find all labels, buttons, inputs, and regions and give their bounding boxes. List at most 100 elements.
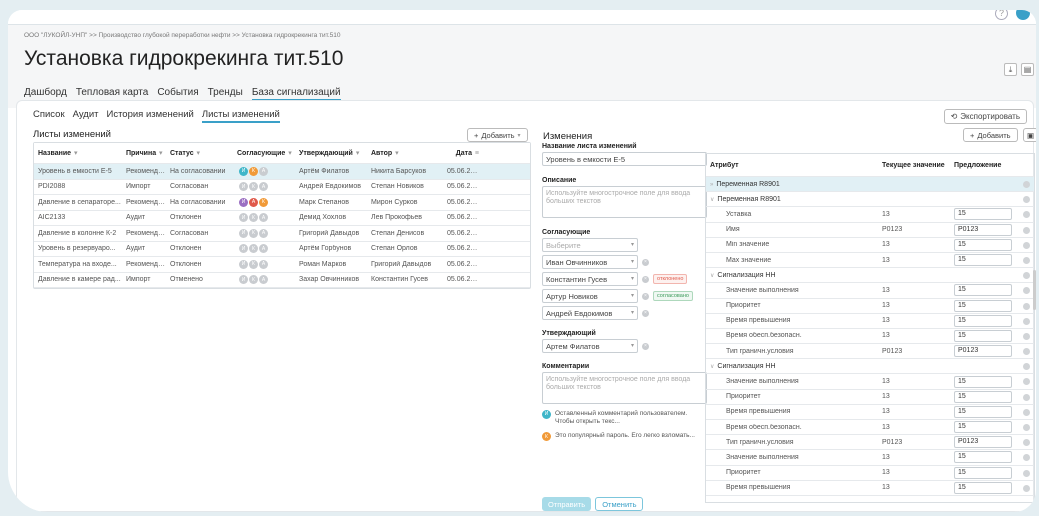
main-tab[interactable]: Тепловая карта (76, 87, 149, 101)
column-header[interactable]: Согласующие ▾ (233, 149, 295, 157)
remove-icon[interactable] (1023, 439, 1030, 447)
attr-proposal-input[interactable]: 15 (954, 451, 1012, 464)
attr-proposal-input[interactable]: P0123 (954, 223, 1012, 236)
main-tab[interactable]: База сигнализаций (251, 87, 341, 101)
user-avatar[interactable] (1016, 10, 1030, 20)
remove-icon[interactable] (1023, 226, 1030, 234)
remove-icon[interactable] (1023, 272, 1030, 280)
remove-icon[interactable] (1023, 408, 1030, 416)
remove-icon[interactable]: × (642, 342, 649, 350)
attr-row[interactable]: Уставка 13 15 (706, 207, 1034, 223)
print-button[interactable]: ▤ (1021, 63, 1034, 76)
remove-icon[interactable]: × (642, 292, 649, 300)
chevron-down-icon[interactable]: ∨ (710, 364, 714, 370)
remove-icon[interactable] (1023, 287, 1030, 295)
breadcrumb[interactable]: ООО "ЛУКОЙЛ-УНП" >> Производство глубоко… (24, 32, 341, 39)
download-button[interactable]: ⤓ (1004, 63, 1017, 76)
remove-icon[interactable] (1023, 363, 1030, 371)
attr-proposal-input[interactable]: 15 (954, 208, 1012, 221)
attr-proposal-input[interactable]: P0123 (954, 345, 1012, 358)
remove-icon[interactable] (1023, 469, 1030, 477)
column-header[interactable]: Утверждающий ▾ (295, 149, 367, 157)
attr-proposal-input[interactable]: 15 (954, 238, 1012, 251)
remove-icon[interactable] (1023, 393, 1030, 401)
attr-row[interactable]: Время обесп.безопасн. 13 15 (706, 420, 1034, 436)
remove-icon[interactable] (1023, 378, 1030, 386)
attr-proposal-input[interactable]: 15 (954, 405, 1012, 418)
agreer-select[interactable]: Артур Новиков ▾ (542, 289, 638, 303)
chevron-down-icon[interactable]: ▾ (353, 150, 360, 157)
export-button[interactable]: ⟲ Экспортировать (943, 109, 1027, 124)
agreer-select[interactable]: Андрей Евдокимов ▾ (542, 306, 638, 320)
table-row[interactable]: Давление в колонне К-2 Рекомендации Соглас… (34, 226, 530, 242)
attr-proposal-input[interactable]: 15 (954, 466, 1012, 479)
attr-proposal-input[interactable]: 15 (954, 254, 1012, 267)
column-header[interactable]: Причина ▾ (122, 149, 166, 157)
remove-icon[interactable] (1023, 424, 1030, 431)
attr-row[interactable]: Приоритет 13 15 (706, 466, 1034, 481)
chevron-down-icon[interactable]: ▾ (392, 150, 399, 157)
chevron-right-icon[interactable]: » (710, 182, 713, 188)
attr-group-row[interactable]: ∨ Сигнализация НН (706, 268, 1034, 284)
remove-icon[interactable] (1023, 454, 1030, 462)
remove-icon[interactable] (1023, 196, 1030, 204)
attr-row[interactable]: Значение выполнения 13 15 (706, 450, 1034, 466)
remove-icon[interactable] (1023, 484, 1030, 492)
agree-select[interactable]: Выберите ▾ (542, 238, 638, 252)
attr-row[interactable]: Тип граничн.условия P0123 P0123 (706, 435, 1034, 451)
save-button[interactable]: ▣ (1023, 128, 1036, 142)
remove-icon[interactable]: × (642, 258, 649, 266)
chevron-down-icon[interactable]: ▾ (285, 150, 292, 157)
table-row[interactable]: Давление в сепараторе... Рекомендации На с… (34, 195, 530, 211)
remove-icon[interactable] (1023, 181, 1030, 188)
remove-icon[interactable] (1023, 302, 1030, 310)
attr-row[interactable]: Время обесп.безопасн. 13 15 (706, 329, 1034, 345)
remove-icon[interactable]: × (642, 309, 649, 317)
sub-tab[interactable]: Список (33, 109, 65, 123)
table-row[interactable]: AIC2133 Аудит Отклонен И К А Демид Хохлов Лев П… (34, 211, 530, 226)
attr-row[interactable]: Min значение 13 15 (706, 238, 1034, 253)
chevron-down-icon[interactable]: ▾ (194, 150, 201, 157)
filter-icon[interactable]: ≡ (472, 150, 479, 157)
column-header[interactable]: Название ▾ (34, 149, 122, 157)
table-row[interactable]: PDI2088 Импорт Согласован И К А Андрей Евдоким… (34, 180, 530, 195)
main-tab[interactable]: Тренды (208, 87, 243, 101)
cancel-button[interactable]: Отменить (595, 497, 644, 511)
attr-row[interactable]: Время превышения 13 15 (706, 405, 1034, 420)
sub-tab[interactable]: Листы изменений (201, 109, 280, 123)
comments-textarea[interactable]: Используйте многострочное поле для ввода… (542, 372, 707, 404)
remove-icon[interactable]: × (642, 275, 649, 283)
agreer-select[interactable]: Иван Овчинников ▾ (542, 255, 638, 269)
attr-row[interactable]: Время превышения 13 15 (706, 481, 1034, 496)
add-list-button[interactable]: + Добавить ▾ (467, 128, 528, 142)
attr-row[interactable]: Приоритет 13 15 (706, 390, 1034, 405)
table-row[interactable]: Давление в камере рад... Импорт Отменено И К… (34, 273, 530, 288)
help-icon[interactable]: ? (995, 10, 1008, 20)
attr-row[interactable]: Время превышения 13 15 (706, 314, 1034, 329)
attr-group-row[interactable]: ∨ Переменная R8901 (706, 192, 1034, 208)
attr-row[interactable]: Приоритет 13 15 (706, 299, 1034, 314)
attr-proposal-input[interactable]: 15 (954, 299, 1012, 312)
desc-textarea[interactable]: Используйте многострочное поле для ввода… (542, 186, 707, 218)
comment-item[interactable]: И Оставленный комментарий пользователем. … (542, 410, 707, 426)
main-tab[interactable]: События (157, 87, 198, 101)
attr-row[interactable]: Значение выполнения 13 15 (706, 374, 1034, 390)
attr-row[interactable]: Тип граничн.условия P0123 P0123 (706, 344, 1034, 360)
column-header[interactable]: Автор ▾ (367, 149, 443, 157)
add-change-button[interactable]: + Добавить (963, 128, 1018, 142)
attr-row[interactable]: Имя P0123 P0123 (706, 223, 1034, 238)
attr-proposal-input[interactable]: 15 (954, 284, 1012, 297)
send-button[interactable]: Отправить (542, 497, 592, 511)
chevron-down-icon[interactable]: ∨ (710, 273, 714, 279)
attr-proposal-input[interactable]: 15 (954, 481, 1012, 494)
sub-tab[interactable]: Аудит (73, 109, 99, 123)
attr-row[interactable]: Значение выполнения 13 15 (706, 283, 1034, 299)
agreer-select[interactable]: Константин Гусев ▾ (542, 272, 638, 286)
name-input[interactable]: Уровень в емкости Е-5 (542, 152, 707, 166)
attr-proposal-input[interactable]: 15 (954, 329, 1012, 342)
table-row[interactable]: Уровень в емкости Е-5 Рекомендации На согл… (34, 164, 530, 180)
comment-item[interactable]: К Это популярный пароль. Его легко взлома… (542, 432, 707, 442)
column-header[interactable]: Дата ≡ (443, 150, 483, 157)
table-row[interactable]: Температура на входе... Рекомендации Откло… (34, 257, 530, 273)
attr-proposal-input[interactable]: 15 (954, 314, 1012, 327)
